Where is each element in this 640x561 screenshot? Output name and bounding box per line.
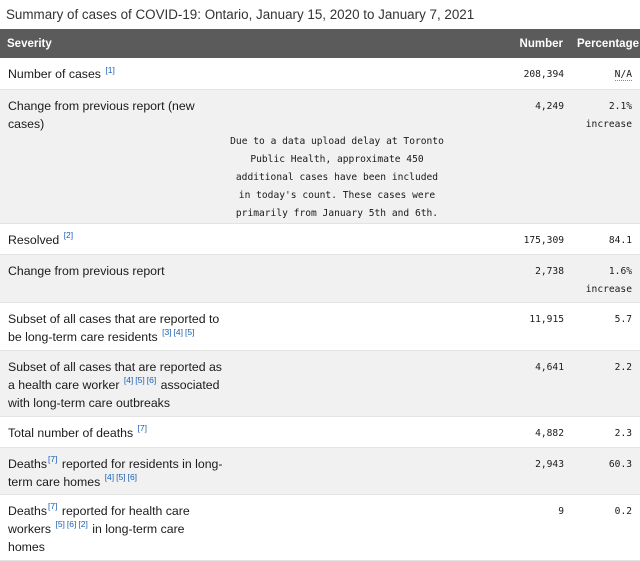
- percentage-cell: 60.3: [570, 447, 640, 495]
- footnote-link[interactable]: [4]: [124, 375, 133, 385]
- footnote-link[interactable]: [5]: [185, 327, 194, 337]
- row-label: Deaths: [8, 456, 47, 471]
- row-label: Total number of deaths: [8, 425, 134, 440]
- footnote-link[interactable]: [5]: [135, 375, 144, 385]
- row-label-wrap: Deaths[7] reported for residents in long…: [8, 455, 223, 491]
- footnote-link[interactable]: [2]: [78, 519, 87, 529]
- severity-cell: Deaths[7] reported for residents in long…: [0, 447, 454, 495]
- footnote-link[interactable]: [2]: [64, 230, 73, 240]
- header-percentage: Percentage: [577, 37, 640, 50]
- footnote-link[interactable]: [7]: [138, 423, 147, 433]
- percentage-cell: 0.2: [570, 494, 640, 561]
- footnote-link[interactable]: [6]: [147, 375, 156, 385]
- footnote-link[interactable]: [7]: [48, 454, 57, 464]
- footnote-link[interactable]: [3]: [162, 327, 171, 337]
- table-caption: Summary of cases of COVID-19: Ontario, J…: [6, 7, 475, 22]
- severity-cell: Subset of all cases that are reported to…: [0, 302, 454, 351]
- row-note: Due to a data upload delay at Toronto Pu…: [230, 135, 444, 219]
- row-label: Change from previous report: [8, 263, 165, 278]
- table-row: Resolved [2] 175,309 84.1: [0, 223, 640, 255]
- row-label: Number of cases: [8, 67, 101, 81]
- header-number: Number: [519, 37, 563, 50]
- row-label-wrap: Deaths[7] reported for health care worke…: [8, 502, 223, 556]
- percentage-note: increase: [585, 118, 632, 130]
- number-cell: 4,249: [454, 89, 570, 224]
- percentage-value: 2.1%: [608, 100, 632, 112]
- percentage-cell: 2.2: [570, 350, 640, 417]
- severity-cell: Resolved [2]: [0, 223, 454, 255]
- number-cell: 2,738: [454, 254, 570, 303]
- severity-cell: Number of cases [1]: [0, 58, 454, 90]
- percentage-cell: 5.7: [570, 302, 640, 351]
- number-cell: 208,394: [454, 58, 570, 90]
- severity-cell: Change from previous report: [0, 254, 454, 303]
- row-label-wrap: Subset of all cases that are reported to…: [8, 310, 223, 346]
- footnote-link[interactable]: [4]: [105, 472, 114, 482]
- severity-cell: Total number of deaths [7]: [0, 416, 454, 448]
- percentage-value: 1.6%: [608, 265, 632, 277]
- table-row: Subset of all cases that are reported as…: [0, 350, 640, 417]
- footnote-link[interactable]: [1]: [105, 65, 114, 75]
- number-cell: 4,882: [454, 416, 570, 448]
- table-row: Change from previous report 2,738 1.6% i…: [0, 254, 640, 303]
- row-label-wrap: Subset of all cases that are reported as…: [8, 358, 223, 412]
- table-row: Total number of deaths [7] 4,882 2.3: [0, 416, 640, 448]
- percentage-cell: 2.3: [570, 416, 640, 448]
- row-label: Resolved: [8, 232, 60, 247]
- na-abbr[interactable]: N/A: [614, 69, 632, 81]
- number-cell: 2,943: [454, 447, 570, 495]
- severity-cell: Deaths[7] reported for health care worke…: [0, 494, 454, 561]
- table-row: Deaths[7] reported for residents in long…: [0, 447, 640, 495]
- number-cell: 175,309: [454, 223, 570, 255]
- number-cell: 11,915: [454, 302, 570, 351]
- table-row: Subset of all cases that are reported to…: [0, 302, 640, 351]
- table-header-row: Severity Number Percentage: [0, 29, 640, 58]
- footnote-link[interactable]: [6]: [67, 519, 76, 529]
- percentage-cell: 84.1: [570, 223, 640, 255]
- footnote-link[interactable]: [5]: [55, 519, 64, 529]
- number-cell: 9: [454, 494, 570, 561]
- footnote-link[interactable]: [4]: [174, 327, 183, 337]
- percentage-cell: 2.1% increase: [570, 89, 640, 224]
- percentage-note: increase: [585, 283, 632, 295]
- covid-summary-table: Severity Number Percentage Number of cas…: [0, 29, 640, 561]
- row-label: Change from previous report (new cases): [8, 98, 195, 131]
- severity-cell: Change from previous report (new cases) …: [0, 89, 454, 224]
- header-severity: Severity: [7, 37, 52, 50]
- table-row: Change from previous report (new cases) …: [0, 89, 640, 224]
- percentage-cell: 1.6% increase: [570, 254, 640, 303]
- footnote-link[interactable]: [5]: [116, 472, 125, 482]
- severity-cell: Subset of all cases that are reported as…: [0, 350, 454, 417]
- table-row: Number of cases [1] 208,394 N/A: [0, 58, 640, 90]
- footnote-link[interactable]: [7]: [48, 501, 57, 511]
- footnote-link[interactable]: [6]: [128, 472, 137, 482]
- number-cell: 4,641: [454, 350, 570, 417]
- table-row: Deaths[7] reported for health care worke…: [0, 494, 640, 561]
- percentage-cell: N/A: [570, 58, 640, 90]
